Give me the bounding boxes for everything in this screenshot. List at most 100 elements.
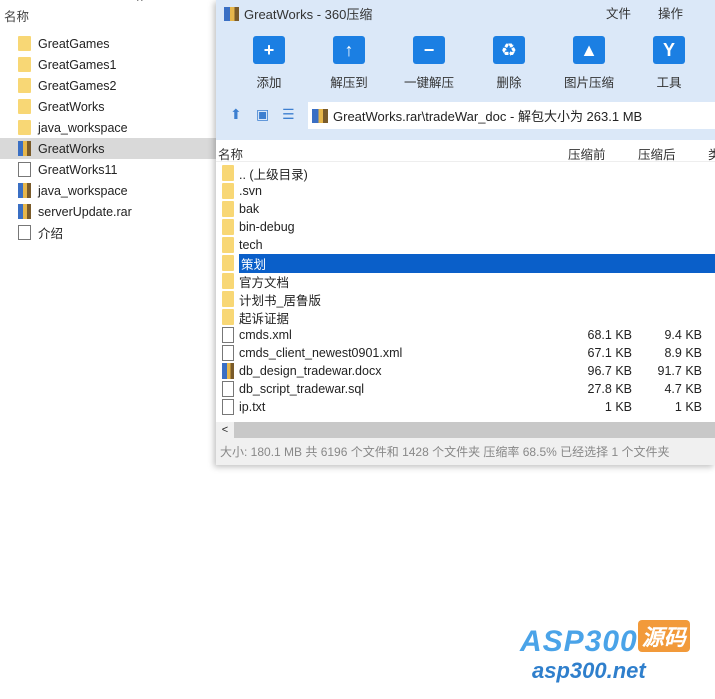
toolbar-icon: − — [413, 36, 445, 64]
folder-icon — [18, 78, 31, 93]
explorer-item[interactable]: GreatGames1 — [0, 54, 216, 75]
size-before: 68.1 KB — [587, 328, 632, 342]
col-type[interactable]: 类 — [708, 144, 715, 163]
size-after: 9.4 KB — [664, 328, 702, 342]
toolbar-button[interactable]: ♻ 删除 — [469, 36, 549, 91]
size-before: 1 KB — [604, 400, 632, 414]
col-before[interactable]: 压缩前 — [568, 144, 606, 163]
folder-icon — [222, 309, 234, 325]
size-after: 8.9 KB — [664, 346, 702, 360]
toolbar-label: 一键解压 — [403, 76, 454, 90]
rar-exe-icon — [18, 204, 31, 219]
size-before: 27.8 KB — [587, 382, 632, 396]
col-after[interactable]: 压缩后 — [638, 144, 676, 163]
archive-icon — [224, 6, 239, 21]
file-name: tech — [239, 238, 263, 252]
toolbar-label: 删除 — [496, 76, 522, 90]
explorer-item[interactable]: GreatGames2 — [0, 75, 216, 96]
file-row[interactable]: db_design_tradewar.docx 96.7 KB 91.7 KB — [216, 362, 715, 380]
rar-icon — [18, 141, 31, 156]
toolbar-icon: ♻ — [493, 36, 525, 64]
file-row[interactable]: bin-debug — [216, 218, 715, 236]
watermark-badge: 源码 — [637, 620, 690, 652]
folder-icon — [222, 291, 234, 307]
file-row[interactable]: bak — [216, 200, 715, 218]
col-name[interactable]: 名称 — [218, 144, 243, 163]
file-row[interactable]: 官方文档 — [216, 272, 715, 290]
toolbar-icon: Y — [653, 36, 685, 64]
file-row[interactable]: tech — [216, 236, 715, 254]
xml-icon — [222, 345, 234, 361]
scroll-left-icon[interactable]: < — [216, 422, 234, 438]
toolbar-button[interactable]: − 一键解压 — [389, 36, 469, 91]
window-title: GreatWorks - 360压缩 — [224, 4, 372, 23]
chevron-up-icon[interactable]: ^ — [137, 0, 143, 8]
watermark-brand: ASP300 — [520, 625, 638, 658]
file-name: .. (上级目录) — [239, 167, 308, 182]
explorer-item[interactable]: GreatWorks — [0, 96, 216, 117]
file-name: bin-debug — [239, 220, 295, 234]
toolbar-button[interactable]: ▲ 图片压缩 — [549, 36, 629, 91]
explorer-item[interactable]: java_workspace — [0, 117, 216, 138]
file-row[interactable]: 计划书_居鲁版 — [216, 290, 715, 308]
explorer-item[interactable]: GreatWorks11 — [0, 159, 216, 180]
toolbar-button[interactable]: Y 工具 — [629, 36, 709, 91]
toolbar-button[interactable]: + 添加 — [229, 36, 309, 91]
explorer-item[interactable]: 介绍 — [0, 222, 216, 243]
file-name: cmds_client_newest0901.xml — [239, 346, 403, 360]
docx-icon — [222, 363, 234, 379]
file-row[interactable]: .svn — [216, 182, 715, 200]
item-label: GreatGames1 — [38, 57, 117, 72]
address-bar[interactable]: GreatWorks.rar\tradeWar_doc - 解包大小为 263.… — [308, 102, 715, 129]
size-after: 91.7 KB — [657, 364, 702, 378]
folder-icon — [222, 255, 234, 271]
item-label: java_workspace — [38, 183, 128, 198]
item-label: GreatWorks — [38, 141, 105, 156]
size-after: 1 KB — [674, 400, 702, 414]
explorer-item[interactable]: java_workspace — [0, 180, 216, 201]
file-name: db_script_tradewar.sql — [239, 382, 365, 396]
explorer-pane: 名称 ^ GreatGames GreatGames1 GreatGames2 Gre… — [0, 0, 216, 260]
xml-icon — [222, 327, 234, 343]
item-label: GreatWorks11 — [38, 162, 118, 177]
list-view-icon[interactable]: ☰ — [282, 106, 295, 123]
address-text: GreatWorks.rar\tradeWar_doc - 解包大小为 263.… — [333, 109, 643, 124]
file-row[interactable]: ip.txt 1 KB 1 KB — [216, 398, 715, 416]
item-label: GreatWorks — [38, 99, 105, 114]
toolbar-button[interactable]: ↑ 解压到 — [309, 36, 389, 91]
thumbnail-view-icon[interactable]: ▣ — [256, 106, 269, 123]
toolbar-icon: ↑ — [333, 36, 365, 64]
folder-icon — [222, 183, 234, 199]
file-name: db_design_tradewar.docx — [239, 364, 382, 378]
file-icon — [18, 162, 31, 177]
name-column-header[interactable]: 名称 — [4, 6, 29, 25]
file-row[interactable]: .. (上级目录) — [216, 164, 715, 182]
file-row[interactable]: db_script_tradewar.sql 27.8 KB 4.7 KB — [216, 380, 715, 398]
item-label: 介绍 — [38, 227, 64, 241]
size-after: 4.7 KB — [664, 382, 702, 396]
explorer-item[interactable]: GreatWorks — [0, 138, 216, 159]
menu-operation[interactable]: 操作 — [658, 3, 683, 22]
horizontal-scrollbar[interactable]: < — [216, 422, 715, 438]
menu-file[interactable]: 文件 — [606, 3, 631, 22]
size-before: 67.1 KB — [587, 346, 632, 360]
file-row[interactable]: cmds_client_newest0901.xml 67.1 KB 8.9 KB — [216, 344, 715, 362]
folder-icon — [222, 165, 234, 181]
file-name: 计划书_居鲁版 — [239, 293, 321, 308]
file-row[interactable]: 策划 — [216, 253, 715, 273]
file-row[interactable]: 起诉证据 — [216, 308, 715, 326]
text-icon — [18, 225, 31, 240]
folder-icon — [18, 99, 31, 114]
up-arrow-icon[interactable]: ⬆ — [230, 106, 242, 123]
explorer-item[interactable]: GreatGames — [0, 33, 216, 54]
folder-icon — [222, 273, 234, 289]
file-row[interactable]: cmds.xml 68.1 KB 9.4 KB — [216, 326, 715, 344]
explorer-item[interactable]: serverUpdate.rar — [0, 201, 216, 222]
toolbar-label: 添加 — [256, 76, 282, 90]
folder-icon — [18, 36, 31, 51]
file-name: 官方文档 — [239, 275, 290, 290]
toolbar-label: 工具 — [656, 76, 682, 90]
file-name: 策划 — [239, 253, 715, 273]
archive-icon — [312, 108, 328, 123]
watermark-logo: ASP300 源码 asp300.net — [520, 620, 690, 683]
